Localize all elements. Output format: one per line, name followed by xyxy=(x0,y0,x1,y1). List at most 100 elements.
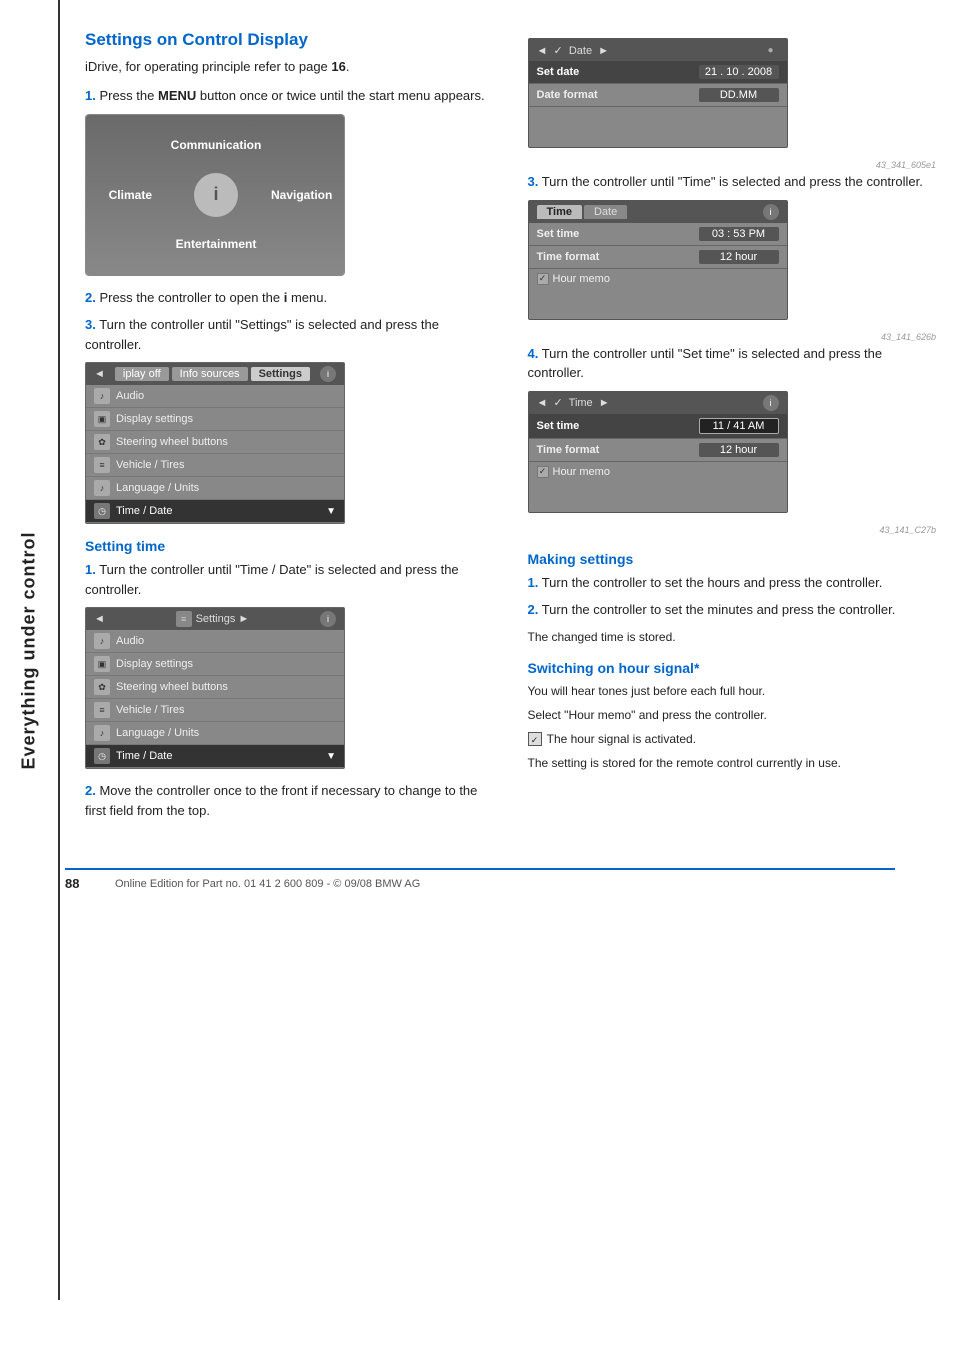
language-icon: ♪ xyxy=(94,480,110,496)
settings-screen-2: ◄ ≡ Settings ► i ♪ Audio ▣ Display setti… xyxy=(85,607,345,769)
display-icon: ▣ xyxy=(94,411,110,427)
row-vehicle-label: Vehicle / Tires xyxy=(116,459,184,471)
row-audio-label: Audio xyxy=(116,390,144,402)
row2-language: ♪ Language / Units xyxy=(86,722,344,745)
section-title: Settings on Control Display xyxy=(85,30,498,50)
switching-check-text: ✓ The hour signal is activated. xyxy=(528,730,941,748)
timeset-hourmemo-checkbox: ✓ xyxy=(537,466,549,478)
timeset-settime-value: 11 / 41 AM xyxy=(699,418,779,434)
set-time-step-2: 2. Move the controller once to the front… xyxy=(85,781,498,820)
steering-icon: ✿ xyxy=(94,434,110,450)
timeset-format-label: Time format xyxy=(537,444,699,456)
menu-entertainment: Entertainment xyxy=(176,237,257,251)
settings-screen-header: ◄ iplay off Info sources Settings i xyxy=(86,363,344,385)
date-header-title: ◄ ✓ Date ► xyxy=(537,44,610,57)
step-2-num: 2. xyxy=(85,290,96,305)
sidebar-label: Everything under control xyxy=(19,531,40,769)
time-row-hourmemo: ✓ Hour memo xyxy=(529,269,787,289)
timedate-icon: ◷ xyxy=(94,503,110,519)
switching-check-label: The hour signal is activated. xyxy=(547,732,696,746)
timeformat-label: Time format xyxy=(537,251,699,263)
time-header-icon: i xyxy=(763,204,779,220)
row-language: ♪ Language / Units xyxy=(86,477,344,500)
settings-icon-small: ≡ xyxy=(176,611,192,627)
making-step-1-num: 1. xyxy=(528,575,539,590)
row2-display-label: Display settings xyxy=(116,658,193,670)
hourmemo-checkbox: ✓ xyxy=(537,273,549,285)
step-1: 1. Press the MENU button once or twice u… xyxy=(85,86,498,106)
making-settings-title: Making settings xyxy=(528,551,941,567)
copyright-text: Online Edition for Part no. 01 41 2 600 … xyxy=(115,878,420,890)
header-right-icon: i xyxy=(320,366,336,382)
vehicle-icon: ≡ xyxy=(94,457,110,473)
stored-text: The changed time is stored. xyxy=(528,628,941,646)
row-timedate: ◷ Time / Date ▼ xyxy=(86,500,344,523)
left-column: Settings on Control Display iDrive, for … xyxy=(85,30,498,828)
row2-timedate-label: Time / Date xyxy=(116,750,172,762)
row-steering-label: Steering wheel buttons xyxy=(116,436,228,448)
time-set-header: ◄ ✓ Time ► i xyxy=(529,392,787,414)
row-display: ▣ Display settings xyxy=(86,408,344,431)
header2-back-icon: ◄ xyxy=(94,613,105,625)
right-column: ◄ ✓ Date ► ● Set date 21 . 10 . 2008 Dat… xyxy=(528,30,941,828)
settime-value: 03 : 53 PM xyxy=(699,227,779,241)
intro-text: iDrive, for operating principle refer to… xyxy=(85,58,498,76)
idrive-center-button: i xyxy=(194,173,238,217)
step-2: 2. Press the controller to open the i me… xyxy=(85,288,498,308)
switching-para1: You will hear tones just before each ful… xyxy=(528,682,941,700)
row2-timedate-arrow: ▼ xyxy=(326,751,336,762)
switching-para3: The setting is stored for the remote con… xyxy=(528,754,941,772)
date-screen: ◄ ✓ Date ► ● Set date 21 . 10 . 2008 Dat… xyxy=(528,38,788,148)
timeset-row-settime: Set time 11 / 41 AM xyxy=(529,414,787,439)
making-step-1: 1. Turn the controller to set the hours … xyxy=(528,573,941,593)
tab-date: Date xyxy=(584,205,627,219)
menu-navigation: Navigation xyxy=(271,188,332,202)
settime-label: Set time xyxy=(537,228,699,240)
hourmemo-label: Hour memo xyxy=(553,273,610,285)
row-timedate-label: Time / Date xyxy=(116,505,172,517)
settings-screen-2-header: ◄ ≡ Settings ► i xyxy=(86,608,344,630)
row2-timedate: ◷ Time / Date ▼ xyxy=(86,745,344,768)
timeset-hourmemo-label: Hour memo xyxy=(553,466,610,478)
dateformat-value: DD.MM xyxy=(699,88,779,102)
dateformat-label: Date format xyxy=(537,89,699,101)
step-3: 3. Turn the controller until "Settings" … xyxy=(85,315,498,354)
right-step-4-num: 4. xyxy=(528,346,539,361)
row2-vehicle: ≡ Vehicle / Tires xyxy=(86,699,344,722)
set-time-step-1-num: 1. xyxy=(85,562,96,577)
timeset-row-format: Time format 12 hour xyxy=(529,439,787,462)
time-set-screen-tag: 43_141_C27b xyxy=(528,525,941,537)
time-date-tabs: Time Date xyxy=(537,205,628,219)
row2-display: ▣ Display settings xyxy=(86,653,344,676)
menu-grid: Communication Climate i Navigation Enter… xyxy=(86,115,345,275)
right-step-3-num: 3. xyxy=(528,174,539,189)
row2-steering-label: Steering wheel buttons xyxy=(116,681,228,693)
row2-audio: ♪ Audio xyxy=(86,630,344,653)
row2-language-label: Language / Units xyxy=(116,727,199,739)
main-menu-screen: Communication Climate i Navigation Enter… xyxy=(85,114,345,276)
tab-info: Info sources xyxy=(172,367,248,381)
switching-para2: Select "Hour memo" and press the control… xyxy=(528,706,941,724)
header2-title: ≡ Settings ► xyxy=(176,611,250,627)
date-row-format: Date format DD.MM xyxy=(529,84,787,107)
menu-climate: Climate xyxy=(109,188,152,202)
row-steering: ✿ Steering wheel buttons xyxy=(86,431,344,454)
right-step-4: 4. Turn the controller until "Set time" … xyxy=(528,344,941,383)
timeset-row-hourmemo: ✓ Hour memo xyxy=(529,462,787,482)
row-language-label: Language / Units xyxy=(116,482,199,494)
time-date-header: Time Date i xyxy=(529,201,787,223)
right-step-3: 3. Turn the controller until "Time" is s… xyxy=(528,172,941,192)
row-timedate-arrow: ▼ xyxy=(326,506,336,517)
step-1-num: 1. xyxy=(85,88,96,103)
row2-audio-label: Audio xyxy=(116,635,144,647)
time-screen-tag: 43_141_626b xyxy=(528,332,941,344)
display2-icon: ▣ xyxy=(94,656,110,672)
vehicle2-icon: ≡ xyxy=(94,702,110,718)
time-set-screen: ◄ ✓ Time ► i Set time 11 / 41 AM Time fo… xyxy=(528,391,788,513)
page-number: 88 xyxy=(65,876,95,891)
time-set-header-icon: i xyxy=(763,395,779,411)
date-screen-header: ◄ ✓ Date ► ● xyxy=(529,39,787,61)
time-row-settime: Set time 03 : 53 PM xyxy=(529,223,787,246)
sidebar: Everything under control xyxy=(0,0,60,1300)
audio2-icon: ♪ xyxy=(94,633,110,649)
